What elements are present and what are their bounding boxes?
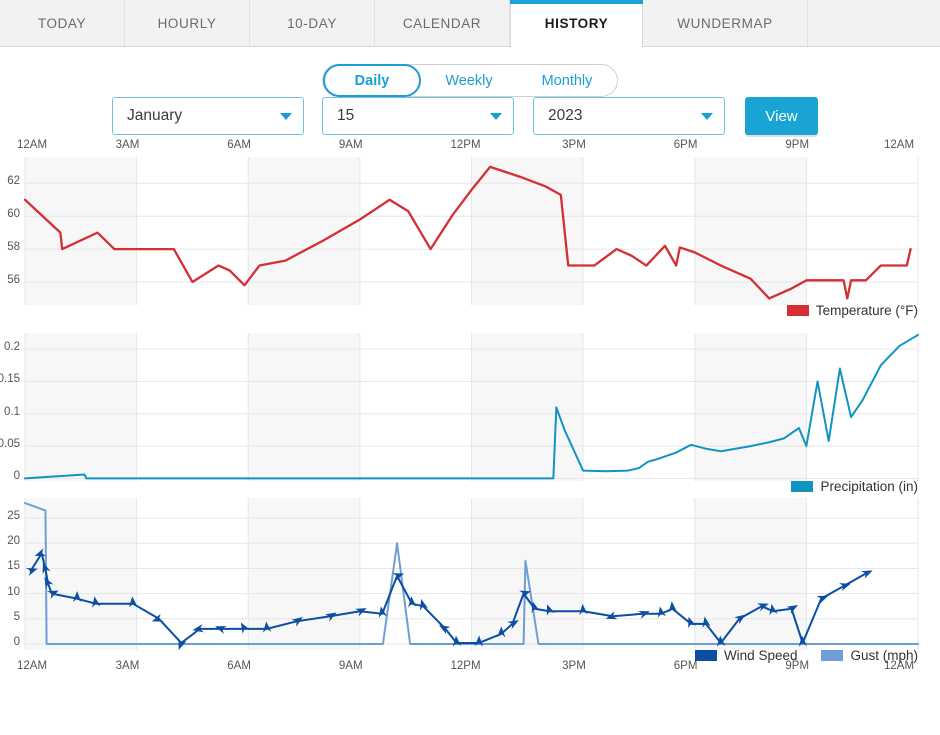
legend-label: Gust (mph): [850, 648, 918, 663]
period-toggle[interactable]: Daily Weekly Monthly: [322, 64, 618, 97]
wind-x-tick: 3PM: [562, 660, 586, 672]
temperature-legend: Temperature (°F): [787, 303, 918, 318]
chevron-down-icon: [280, 113, 292, 120]
main-tab-bar: TODAY HOURLY 10-DAY CALENDAR HISTORY WUNDERMA…: [0, 0, 940, 47]
temperature-y-tick: 60: [7, 208, 20, 220]
precipitation-y-tick: 0.15: [0, 373, 20, 385]
chevron-down-icon: [490, 113, 502, 120]
tab-label: TODAY: [38, 16, 86, 31]
date-controls-row: January 15 2023 View: [0, 97, 940, 135]
temperature-x-tick: 3AM: [116, 139, 140, 151]
tab-hourly[interactable]: HOURLY: [125, 0, 250, 46]
tab-label: 10-DAY: [287, 16, 337, 31]
period-option-label: Weekly: [445, 73, 492, 89]
wind-y-tick: 10: [7, 586, 20, 598]
wind-y-tick: 0: [14, 636, 20, 648]
chevron-down-icon: [701, 113, 713, 120]
chart-precipitation: 00.050.10.150.2Precipitation (in): [0, 325, 940, 490]
period-option-weekly[interactable]: Weekly: [421, 64, 517, 97]
wind-direction-arrow-icon: [215, 626, 227, 634]
temperature-x-tick: 6PM: [674, 139, 698, 151]
tab-label: HOURLY: [158, 16, 217, 31]
wind-y-tick: 25: [7, 510, 20, 522]
tab-label: HISTORY: [545, 16, 608, 31]
year-select[interactable]: 2023: [533, 97, 725, 135]
year-select-value: 2023: [548, 107, 582, 125]
precipitation-plot: [0, 325, 940, 490]
temperature-x-tick: 3PM: [562, 139, 586, 151]
temperature-x-tick: 6AM: [227, 139, 251, 151]
tab-10-day[interactable]: 10-DAY: [250, 0, 375, 46]
temperature-x-tick: 12AM: [17, 139, 47, 151]
legend-swatch: [695, 650, 717, 661]
wind-legend: Wind Speed Gust (mph): [695, 648, 918, 663]
wind-direction-arrow-icon: [817, 596, 829, 604]
legend-item[interactable]: Wind Speed: [695, 648, 798, 663]
chart-wind: 051015202512AM3AM6AM9AM12PM3PM6PM9PM12AM…: [0, 490, 940, 680]
period-option-monthly[interactable]: Monthly: [517, 64, 617, 97]
temperature-plot: [0, 135, 940, 325]
tab-label: CALENDAR: [403, 16, 481, 31]
precipitation-y-tick: 0: [14, 470, 20, 482]
legend-item[interactable]: Temperature (°F): [787, 303, 918, 318]
wind-y-tick: 15: [7, 560, 20, 572]
view-button[interactable]: View: [745, 97, 818, 135]
temperature-x-tick: 12PM: [451, 139, 481, 151]
legend-swatch: [821, 650, 843, 661]
temperature-x-tick: 12AM: [884, 139, 914, 151]
charts-container: 56 58 60 62 12AM 3AM 6AM 9AM 12PM 3PM 6PM 9PM 12AM Te…: [0, 135, 940, 680]
temperature-y-tick: 62: [7, 175, 20, 187]
temperature-y-tick: 56: [7, 274, 20, 286]
month-select-value: January: [127, 107, 182, 125]
precipitation-y-tick: 0.05: [0, 438, 20, 450]
tab-wundermap[interactable]: WUNDERMAP: [643, 0, 808, 46]
legend-label: Wind Speed: [724, 648, 798, 663]
tab-calendar[interactable]: CALENDAR: [375, 0, 510, 46]
legend-item[interactable]: Gust (mph): [821, 648, 918, 663]
legend-label: Temperature (°F): [816, 303, 918, 318]
period-toggle-row: Daily Weekly Monthly: [0, 47, 940, 97]
period-option-label: Daily: [355, 73, 390, 89]
legend-swatch: [787, 305, 809, 316]
day-select[interactable]: 15: [322, 97, 514, 135]
wind-direction-arrow-icon: [669, 601, 677, 612]
tab-today[interactable]: TODAY: [0, 0, 125, 46]
wind-x-tick: 6AM: [227, 660, 251, 672]
wind-x-tick: 12PM: [451, 660, 481, 672]
chart-temperature: 56 58 60 62 12AM 3AM 6AM 9AM 12PM 3PM 6PM 9PM 12AM Te…: [0, 135, 940, 325]
tab-history[interactable]: HISTORY: [510, 0, 643, 47]
tab-label: WUNDERMAP: [677, 16, 772, 31]
day-select-value: 15: [337, 107, 354, 125]
precipitation-y-tick: 0.1: [4, 406, 20, 418]
month-select[interactable]: January: [112, 97, 304, 135]
temperature-y-tick: 58: [7, 241, 20, 253]
wind-x-tick: 6PM: [674, 660, 698, 672]
temperature-x-tick: 9AM: [339, 139, 363, 151]
period-option-label: Monthly: [542, 73, 593, 89]
period-option-daily[interactable]: Daily: [323, 64, 421, 97]
wind-direction-arrow-icon: [379, 606, 387, 617]
precipitation-y-tick: 0.2: [4, 341, 20, 353]
wind-y-tick: 5: [14, 611, 20, 623]
wind-y-tick: 20: [7, 535, 20, 547]
wind-x-tick: 9AM: [339, 660, 363, 672]
temperature-x-tick: 9PM: [785, 139, 809, 151]
wind-x-tick: 3AM: [116, 660, 140, 672]
wind-x-tick: 12AM: [17, 660, 47, 672]
